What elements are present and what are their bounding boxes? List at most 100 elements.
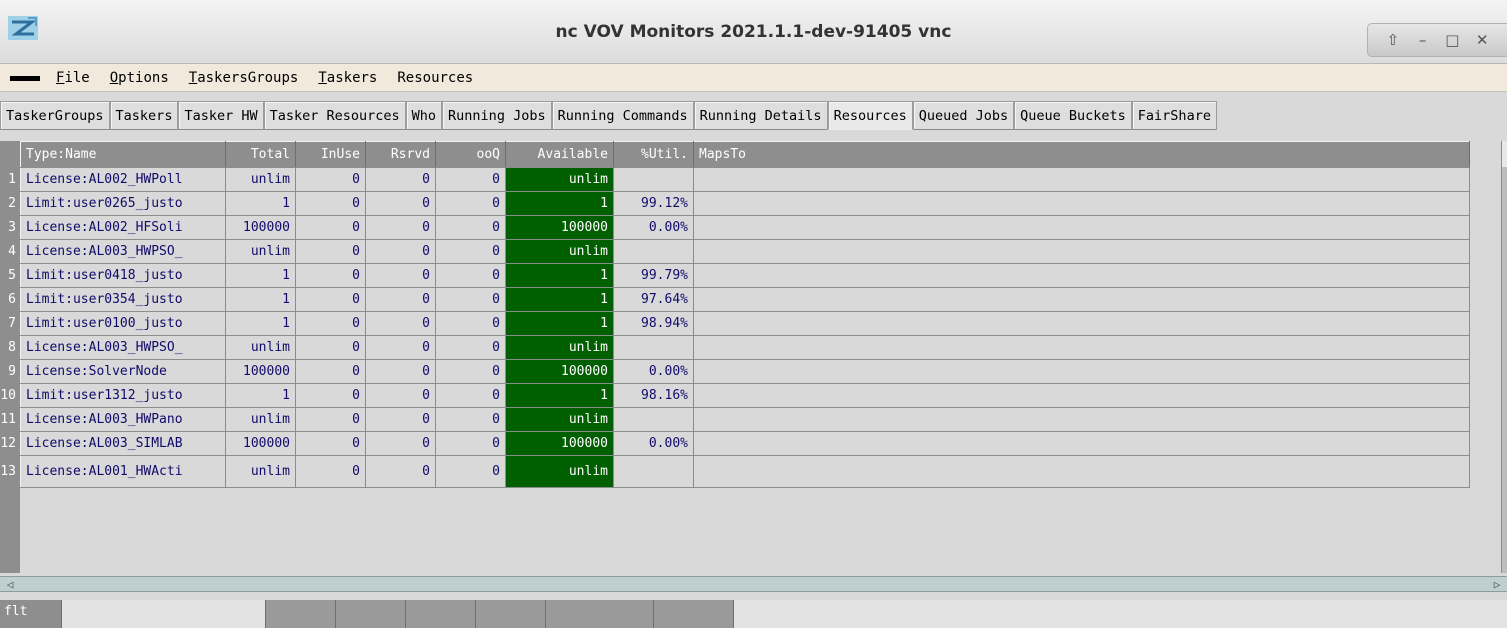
cell-ooq[interactable]: 0 — [435, 335, 506, 360]
scroll-right-icon[interactable]: ▷ — [1489, 578, 1505, 591]
tab-fairshare[interactable]: FairShare — [1131, 101, 1217, 130]
cell-mapsto[interactable] — [693, 263, 1470, 288]
column-header-util[interactable]: %Util. — [613, 141, 694, 168]
column-header-rsrvd[interactable]: Rsrvd — [365, 141, 436, 168]
cell-available[interactable]: 1 — [505, 383, 614, 408]
cell-available[interactable]: 1 — [505, 311, 614, 336]
horizontal-scrollbar[interactable]: ◁ ▷ — [0, 576, 1507, 592]
maximize-window-icon[interactable]: □ — [1442, 31, 1462, 49]
cell-type-name[interactable]: Limit:user1312_justo — [20, 383, 226, 408]
tab-tasker-resources[interactable]: Tasker Resources — [263, 101, 406, 130]
cell-rsrvd[interactable]: 0 — [365, 191, 436, 216]
table-row[interactable]: License:AL002_HWPoll unlim 0 0 0 unlim — [20, 167, 1470, 192]
cell-inuse[interactable]: 0 — [295, 455, 366, 488]
cell-available[interactable]: 1 — [505, 263, 614, 288]
cell-ooq[interactable]: 0 — [435, 215, 506, 240]
column-header-mapsto[interactable]: MapsTo — [693, 141, 1470, 168]
cell-mapsto[interactable] — [693, 407, 1470, 432]
cell-ooq[interactable]: 0 — [435, 407, 506, 432]
scroll-left-icon[interactable]: ◁ — [2, 578, 18, 591]
cell-available[interactable]: 100000 — [505, 359, 614, 384]
cell-rsrvd[interactable]: 0 — [365, 287, 436, 312]
cell-rsrvd[interactable]: 0 — [365, 383, 436, 408]
cell-type-name[interactable]: License:AL001_HWActi — [20, 455, 226, 488]
cell-type-name[interactable]: License:AL002_HWPoll — [20, 167, 226, 192]
filter-input-type-name[interactable] — [62, 600, 266, 628]
column-header-total[interactable]: Total — [225, 141, 296, 168]
cell-mapsto[interactable] — [693, 167, 1470, 192]
column-header-inuse[interactable]: InUse — [295, 141, 366, 168]
cell-rsrvd[interactable]: 0 — [365, 431, 436, 456]
cell-total[interactable]: 100000 — [225, 359, 296, 384]
filter-input-total[interactable] — [266, 600, 336, 628]
cell-util[interactable]: 97.64% — [613, 287, 694, 312]
table-row[interactable]: License:AL003_SIMLAB 100000 0 0 0 100000 0.00% — [20, 431, 1470, 456]
cell-util[interactable]: 0.00% — [613, 359, 694, 384]
cell-util[interactable] — [613, 167, 694, 192]
cell-type-name[interactable]: License:SolverNode — [20, 359, 226, 384]
table-row[interactable]: Limit:user0354_justo 1 0 0 0 1 97.64% — [20, 287, 1470, 312]
cell-available[interactable]: unlim — [505, 455, 614, 488]
table-row[interactable]: Limit:user0418_justo 1 0 0 0 1 99.79% — [20, 263, 1470, 288]
tab-resources[interactable]: Resources — [827, 101, 913, 130]
tab-taskergroups[interactable]: TaskerGroups — [0, 101, 110, 130]
column-header-ooq[interactable]: ooQ — [435, 141, 506, 168]
cell-util[interactable] — [613, 239, 694, 264]
cell-util[interactable] — [613, 455, 694, 488]
cell-util[interactable] — [613, 335, 694, 360]
cell-available[interactable]: unlim — [505, 335, 614, 360]
cell-inuse[interactable]: 0 — [295, 263, 366, 288]
filter-input-inuse[interactable] — [336, 600, 406, 628]
cell-total[interactable]: 1 — [225, 191, 296, 216]
cell-ooq[interactable]: 0 — [435, 359, 506, 384]
cell-mapsto[interactable] — [693, 287, 1470, 312]
cell-mapsto[interactable] — [693, 239, 1470, 264]
cell-rsrvd[interactable]: 0 — [365, 359, 436, 384]
tab-running-jobs[interactable]: Running Jobs — [442, 101, 552, 130]
cell-rsrvd[interactable]: 0 — [365, 215, 436, 240]
cell-rsrvd[interactable]: 0 — [365, 455, 436, 488]
cell-total[interactable]: 100000 — [225, 431, 296, 456]
cell-mapsto[interactable] — [693, 191, 1470, 216]
cell-available[interactable]: unlim — [505, 407, 614, 432]
table-row[interactable]: Limit:user1312_justo 1 0 0 0 1 98.16% — [20, 383, 1470, 408]
table-row[interactable]: License:AL003_HWPano unlim 0 0 0 unlim — [20, 407, 1470, 432]
table-row[interactable]: License:SolverNode 100000 0 0 0 100000 0.00% — [20, 359, 1470, 384]
cell-type-name[interactable]: Limit:user0265_justo — [20, 191, 226, 216]
cell-inuse[interactable]: 0 — [295, 287, 366, 312]
cell-rsrvd[interactable]: 0 — [365, 167, 436, 192]
table-row[interactable]: Limit:user0265_justo 1 0 0 0 1 99.12% — [20, 191, 1470, 216]
filter-input-available[interactable] — [546, 600, 654, 628]
cell-type-name[interactable]: Limit:user0100_justo — [20, 311, 226, 336]
cell-mapsto[interactable] — [693, 455, 1470, 488]
cell-total[interactable]: unlim — [225, 239, 296, 264]
cell-mapsto[interactable] — [693, 215, 1470, 240]
cell-util[interactable]: 99.12% — [613, 191, 694, 216]
vertical-scroll-thumb[interactable] — [1502, 141, 1507, 167]
cell-util[interactable] — [613, 407, 694, 432]
cell-type-name[interactable]: Limit:user0354_justo — [20, 287, 226, 312]
cell-total[interactable]: unlim — [225, 407, 296, 432]
cell-available[interactable]: unlim — [505, 167, 614, 192]
cell-total[interactable]: unlim — [225, 167, 296, 192]
table-row[interactable]: Limit:user0100_justo 1 0 0 0 1 98.94% — [20, 311, 1470, 336]
cell-type-name[interactable]: License:AL003_HWPano — [20, 407, 226, 432]
filter-input-rsrvd[interactable] — [406, 600, 476, 628]
cell-available[interactable]: unlim — [505, 239, 614, 264]
tab-taskers[interactable]: Taskers — [109, 101, 179, 130]
menu-resources[interactable]: Resources — [397, 70, 473, 86]
filter-input-ooq[interactable] — [476, 600, 546, 628]
cell-util[interactable]: 0.00% — [613, 431, 694, 456]
cell-ooq[interactable]: 0 — [435, 311, 506, 336]
cell-available[interactable]: 100000 — [505, 431, 614, 456]
close-window-icon[interactable]: ✕ — [1472, 31, 1492, 49]
tearoff-icon[interactable] — [10, 76, 40, 81]
cell-rsrvd[interactable]: 0 — [365, 263, 436, 288]
cell-mapsto[interactable] — [693, 335, 1470, 360]
cell-available[interactable]: 1 — [505, 287, 614, 312]
tab-tasker-hw[interactable]: Tasker HW — [178, 101, 264, 130]
cell-util[interactable]: 98.94% — [613, 311, 694, 336]
cell-type-name[interactable]: License:AL003_SIMLAB — [20, 431, 226, 456]
cell-ooq[interactable]: 0 — [435, 431, 506, 456]
cell-ooq[interactable]: 0 — [435, 287, 506, 312]
